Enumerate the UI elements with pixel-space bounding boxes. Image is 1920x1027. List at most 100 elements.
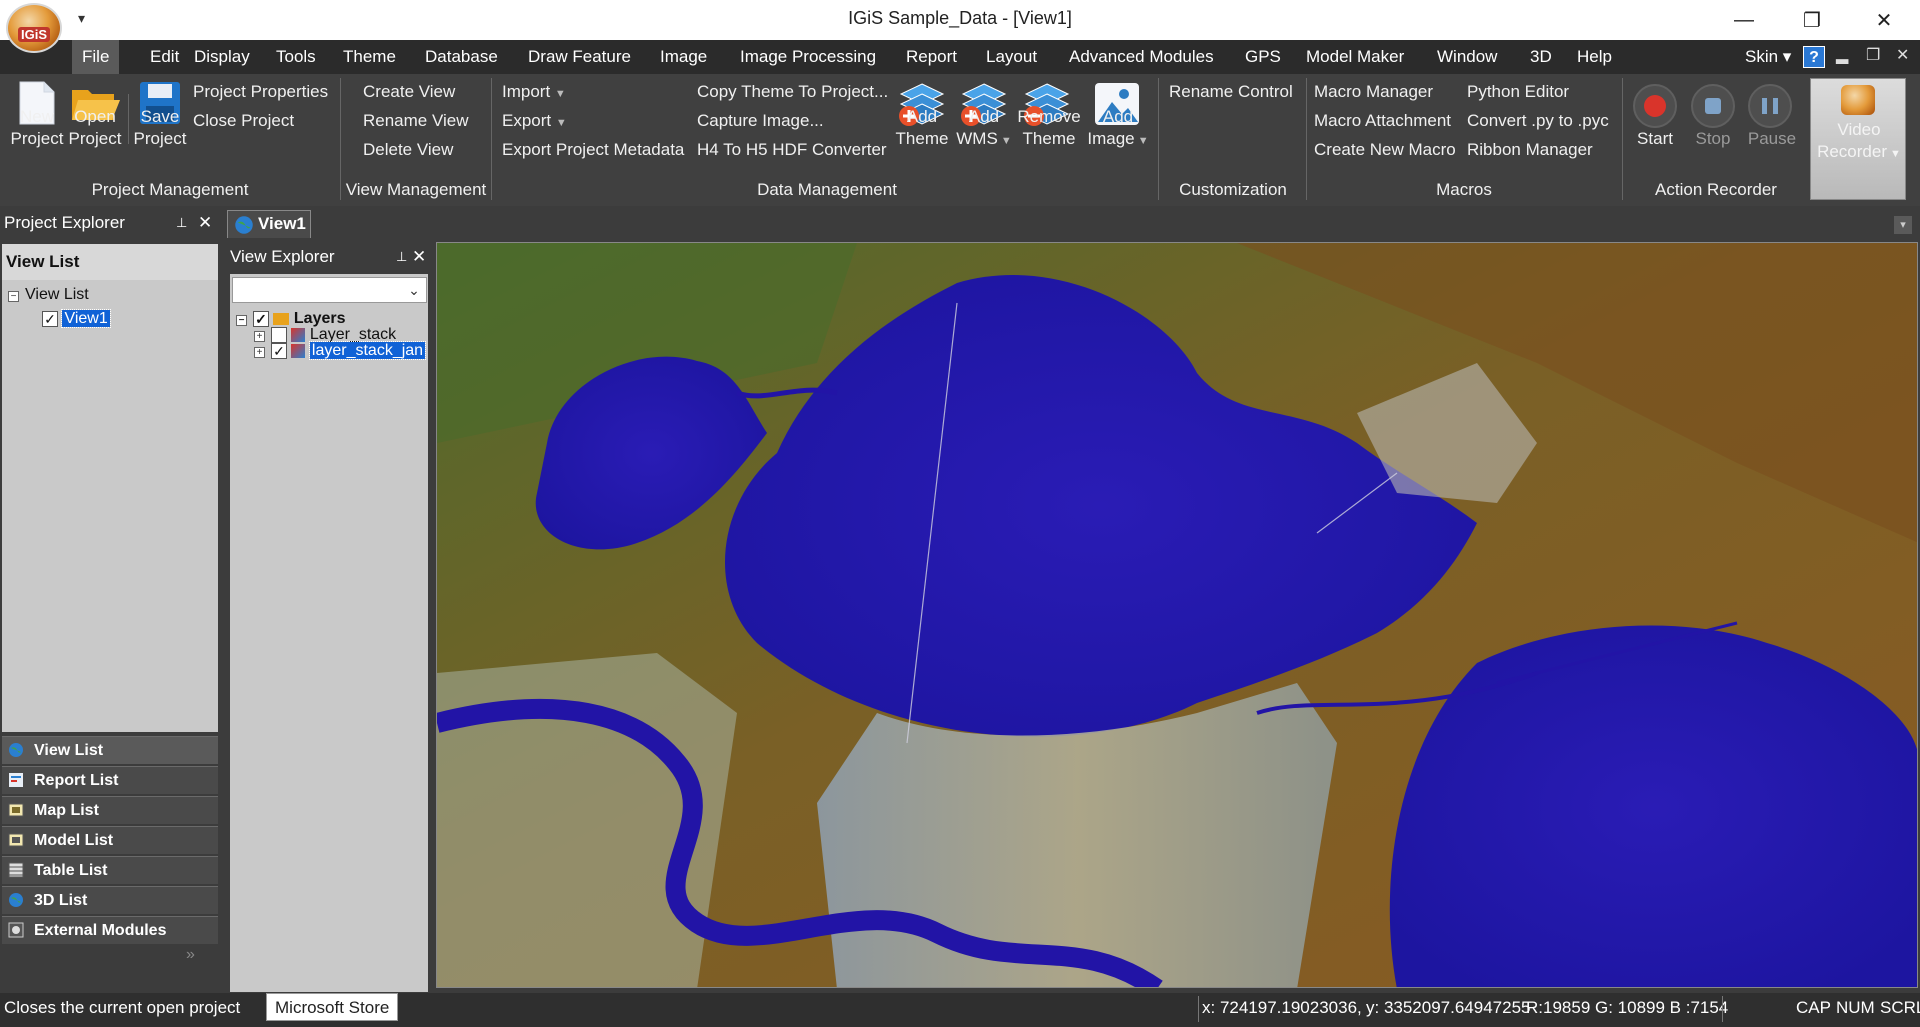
layers-checkbox[interactable]: ✓ (253, 310, 269, 327)
add-wms-button[interactable]: Add WMS ▼ (952, 106, 1016, 152)
mdi-close-button[interactable]: ✕ (1896, 45, 1909, 65)
python-editor-button[interactable]: Python Editor (1467, 82, 1569, 102)
map-canvas[interactable] (436, 242, 1918, 988)
video-recorder-button[interactable]: Video Recorder ▼ (1810, 78, 1906, 200)
layer-combo[interactable]: ⌄ (232, 277, 427, 303)
menu-edit[interactable]: Edit (140, 40, 189, 74)
close-project-button[interactable]: Close Project (193, 111, 294, 131)
tree-root-view-list[interactable]: − View List (8, 286, 89, 304)
menu-advanced-modules[interactable]: Advanced Modules (1059, 40, 1224, 74)
tab-view1[interactable]: View1 (227, 210, 311, 238)
menu-model-maker[interactable]: Model Maker (1296, 40, 1414, 74)
video-recorder-label: Video Recorder ▼ (1811, 119, 1907, 165)
menu-3d[interactable]: 3D (1520, 40, 1562, 74)
status-bar: Closes the current open project Microsof… (0, 993, 1920, 1027)
menu-layout[interactable]: Layout (976, 40, 1047, 74)
add-wms-label-1: Add (968, 107, 1000, 126)
macro-attachment-button[interactable]: Macro Attachment (1314, 111, 1451, 131)
h4-to-h5-converter-button[interactable]: H4 To H5 HDF Converter (697, 140, 887, 160)
panel-model-list[interactable]: Model List (2, 826, 218, 854)
menu-window[interactable]: Window (1427, 40, 1507, 74)
layer-item-selected[interactable]: + ✓ layer_stack_jan (254, 341, 427, 360)
copy-theme-to-project-button[interactable]: Copy Theme To Project... (697, 82, 888, 102)
table-icon (8, 862, 24, 878)
panel-view-list[interactable]: View List (2, 736, 218, 764)
close-panel-button[interactable]: ✕ (412, 240, 426, 274)
menu-image[interactable]: Image (650, 40, 717, 74)
layer-label: Layer_stack (309, 326, 397, 343)
tab-menu-button[interactable]: ▾ (1894, 216, 1912, 234)
menu-help[interactable]: Help (1567, 40, 1622, 74)
pin-icon[interactable]: ⊥ (176, 206, 187, 240)
pause-button[interactable]: Pause (1742, 106, 1802, 150)
mdi-minimize-button[interactable]: ▂ (1836, 45, 1848, 65)
menu-draw-feature[interactable]: Draw Feature (518, 40, 641, 74)
chevron-down-icon: ▼ (1134, 135, 1149, 147)
capture-image-button[interactable]: Capture Image... (697, 111, 824, 131)
app-logo[interactable]: IGiS (6, 3, 62, 53)
chevron-down-icon[interactable]: ⌄ (404, 280, 424, 300)
remove-theme-button[interactable]: Remove Theme (1016, 106, 1082, 150)
start-button[interactable]: Start (1626, 106, 1684, 150)
panel-report-list[interactable]: Report List (2, 766, 218, 794)
restore-button[interactable]: ❐ (1784, 2, 1840, 38)
collapse-icon[interactable]: − (8, 291, 19, 302)
collapse-icon[interactable]: − (236, 315, 247, 326)
menu-gps[interactable]: GPS (1235, 40, 1291, 74)
menu-tools[interactable]: Tools (266, 40, 326, 74)
save-project-button[interactable]: Save Project (132, 106, 188, 150)
add-image-button[interactable]: Add Image ▼ (1082, 106, 1154, 152)
title-bar: IGiS ▾ IGiS Sample_Data - [View1] — ❐ ✕ (0, 0, 1920, 53)
create-view-button[interactable]: Create View (363, 82, 455, 102)
raster-layer-icon (291, 343, 306, 358)
tree-item-view1[interactable]: ✓ View1 (42, 309, 111, 328)
expand-icon[interactable]: + (254, 331, 265, 342)
menu-database[interactable]: Database (415, 40, 508, 74)
create-new-macro-button[interactable]: Create New Macro (1314, 140, 1456, 160)
status-num: NUM (1836, 998, 1875, 1017)
globe-3d-icon (9, 893, 23, 907)
video-recorder-label-2: Recorder (1817, 142, 1887, 161)
minimize-button[interactable]: — (1716, 2, 1772, 38)
expand-icon[interactable]: + (254, 347, 265, 358)
menu-file[interactable]: File (72, 40, 120, 74)
open-project-button[interactable]: Open Project (66, 106, 124, 150)
add-theme-button[interactable]: Add Theme (892, 106, 952, 150)
video-recorder-label-1: Video (1837, 120, 1881, 139)
close-button[interactable]: ✕ (1856, 2, 1912, 38)
ribbon-manager-button[interactable]: Ribbon Manager (1467, 140, 1593, 160)
layer-checkbox[interactable]: ✓ (271, 342, 287, 359)
ribbon-separator (1622, 78, 1623, 200)
project-properties-button[interactable]: Project Properties (193, 82, 328, 102)
panel-table-list[interactable]: Table List (2, 856, 218, 884)
skin-dropdown[interactable]: Skin ▾ (1745, 47, 1791, 67)
convert-py-button[interactable]: Convert .py to .pyc (1467, 111, 1609, 131)
menu-theme[interactable]: Theme (333, 40, 406, 74)
panel-3d-list[interactable]: 3D List (2, 886, 218, 914)
menu-display[interactable]: Display (184, 40, 260, 74)
menu-image-processing[interactable]: Image Processing (730, 40, 886, 74)
import-dropdown[interactable]: Import ▼ (502, 82, 566, 102)
more-panels-icon[interactable]: » (186, 946, 195, 964)
delete-view-button[interactable]: Delete View (363, 140, 453, 160)
pin-icon[interactable]: ⊥ (396, 240, 407, 274)
panel-map-list[interactable]: Map List (2, 796, 218, 824)
rename-control-button[interactable]: Rename Control (1169, 82, 1293, 102)
macro-manager-button[interactable]: Macro Manager (1314, 82, 1433, 102)
help-icon[interactable]: ? (1803, 46, 1825, 68)
export-project-metadata-button[interactable]: Export Project Metadata (502, 140, 684, 160)
new-project-button[interactable]: New Project (10, 106, 64, 150)
rename-view-button[interactable]: Rename View (363, 111, 469, 131)
menu-report[interactable]: Report (896, 40, 967, 74)
ribbon-separator (1306, 78, 1307, 200)
view1-checkbox[interactable]: ✓ (42, 310, 58, 327)
stop-button[interactable]: Stop (1684, 106, 1742, 150)
panel-external-modules[interactable]: External Modules (2, 916, 218, 944)
chevron-down-icon: ▼ (554, 88, 566, 100)
close-panel-button[interactable]: ✕ (198, 206, 212, 240)
layer-checkbox[interactable] (271, 326, 287, 343)
export-dropdown[interactable]: Export ▼ (502, 111, 567, 131)
mdi-restore-button[interactable]: ❐ (1866, 45, 1880, 65)
